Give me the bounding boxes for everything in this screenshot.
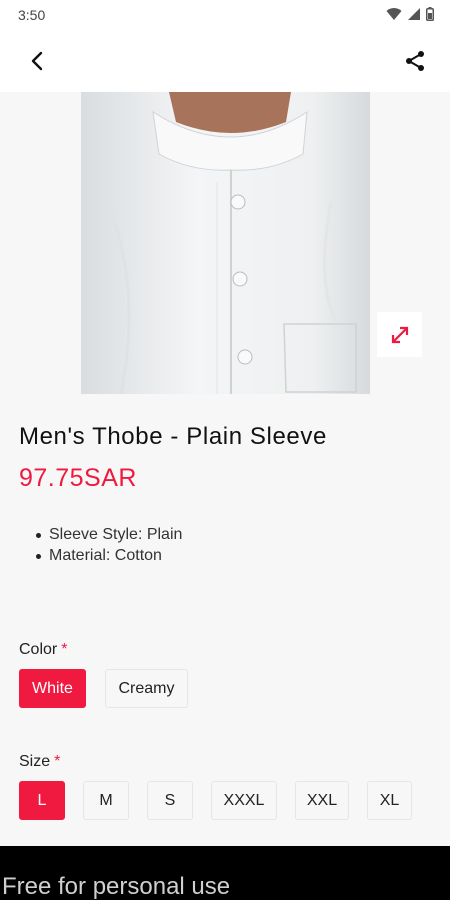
size-option-xxxl[interactable]: XXXL: [211, 781, 277, 820]
product-title: Men's Thobe - Plain Sleeve: [19, 423, 327, 450]
app-bar: [0, 30, 450, 92]
feature-item: Sleeve Style: Plain: [35, 526, 183, 543]
feature-item: Material: Cotton: [35, 545, 182, 566]
status-bar: 3:50: [0, 0, 450, 30]
size-option-m[interactable]: M: [83, 781, 129, 820]
size-option-s[interactable]: S: [147, 781, 193, 820]
required-mark: *: [54, 753, 61, 770]
product-price: 97.75SAR: [19, 464, 137, 492]
size-option-xxl[interactable]: XXL: [295, 781, 349, 820]
color-label: Color *: [19, 641, 67, 659]
size-label: Size *: [19, 753, 60, 771]
color-option-white[interactable]: White: [19, 669, 86, 708]
status-icons: [386, 7, 434, 21]
color-option-creamy[interactable]: Creamy: [105, 669, 188, 708]
battery-icon: [426, 7, 434, 21]
size-option-l[interactable]: L: [19, 781, 65, 820]
expand-image-button[interactable]: [377, 312, 422, 357]
back-button[interactable]: [22, 46, 52, 76]
share-icon: [406, 51, 424, 71]
product-image[interactable]: [81, 92, 370, 394]
status-time: 3:50: [18, 7, 46, 23]
expand-icon: [391, 326, 408, 343]
share-button[interactable]: [400, 46, 430, 76]
size-label-text: Size: [19, 753, 51, 770]
color-label-text: Color: [19, 641, 58, 658]
thobe-photo: [81, 92, 370, 394]
wifi-icon: [386, 8, 402, 20]
back-arrow-icon: [31, 51, 43, 71]
feature-list: Sleeve Style: Plain Material: Cotton: [35, 524, 183, 566]
watermark-text: Free for personal use: [2, 873, 231, 900]
size-option-xl[interactable]: XL: [367, 781, 412, 820]
signal-icon: [408, 8, 420, 20]
required-mark: *: [61, 641, 68, 658]
